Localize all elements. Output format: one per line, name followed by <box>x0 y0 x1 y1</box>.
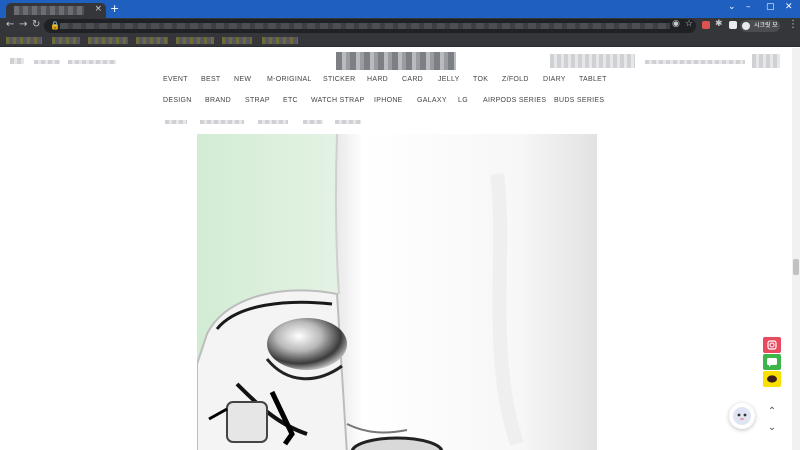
bookmark-item[interactable] <box>176 37 214 44</box>
site-logo[interactable] <box>336 52 456 70</box>
extension-icon-red[interactable] <box>702 21 710 29</box>
category-nav-row-2: DESIGN BRAND STRAP ETC WATCH STRAP IPHON… <box>0 97 800 109</box>
web-page: EVENT BEST NEW M-ORIGINAL STICKER HARD C… <box>0 48 800 450</box>
category-z-fold[interactable]: Z/FOLD <box>502 76 529 83</box>
category-design[interactable]: DESIGN <box>163 97 192 104</box>
chatbot-avatar-button[interactable] <box>729 403 755 429</box>
close-window-button[interactable]: ✕ <box>785 2 793 12</box>
category-buds-series[interactable]: BUDS SERIES <box>554 97 604 104</box>
ghost-mascot-icon <box>733 407 751 425</box>
header-icon-redacted[interactable] <box>752 54 780 68</box>
category-strap[interactable]: STRAP <box>245 97 270 104</box>
bookmark-item[interactable] <box>262 37 298 44</box>
tab-title-redacted <box>14 6 84 15</box>
url-redacted <box>60 23 670 29</box>
category-lg[interactable]: LG <box>458 97 468 104</box>
category-watch-strap[interactable]: WATCH STRAP <box>311 97 364 104</box>
incognito-profile-button[interactable]: 시크릿 모드 <box>740 20 780 41</box>
category-redacted[interactable] <box>303 120 323 124</box>
address-bar[interactable]: 🔒 <box>44 19 696 33</box>
category-iphone[interactable]: IPHONE <box>374 97 403 104</box>
category-m-original[interactable]: M-ORIGINAL <box>267 76 312 83</box>
category-hard[interactable]: HARD <box>367 76 388 83</box>
bookmark-item[interactable] <box>88 37 128 44</box>
instagram-icon[interactable] <box>763 337 781 353</box>
minimize-button[interactable]: – <box>746 2 751 12</box>
scrollbar-thumb[interactable] <box>793 259 799 275</box>
forward-button[interactable]: → <box>19 19 27 30</box>
kakao-talk-icon[interactable] <box>763 371 781 387</box>
puzzle-icon[interactable]: ✱ <box>715 19 723 29</box>
category-tok[interactable]: TOK <box>473 76 488 83</box>
category-airpods-series[interactable]: AIRPODS SERIES <box>483 97 546 104</box>
star-icon[interactable]: ☆ <box>685 19 693 29</box>
product-hero-image <box>197 134 597 450</box>
tab-close-button[interactable]: × <box>94 4 102 14</box>
bookmark-item[interactable] <box>136 37 168 44</box>
category-redacted[interactable] <box>335 120 361 124</box>
maximize-button[interactable]: ▢ <box>766 2 775 12</box>
reload-button[interactable]: ↻ <box>32 19 40 30</box>
category-jelly[interactable]: JELLY <box>438 76 460 83</box>
header-search-redacted[interactable] <box>550 54 635 68</box>
bookmarks-bar <box>0 34 800 47</box>
scroll-to-top-button[interactable]: ⌃ <box>763 404 781 420</box>
category-best[interactable]: BEST <box>201 76 220 83</box>
title-bar: × + ⌄ – ▢ ✕ <box>0 0 800 18</box>
category-etc[interactable]: ETC <box>283 97 298 104</box>
header-links-redacted[interactable] <box>645 60 745 64</box>
category-card[interactable]: CARD <box>402 76 423 83</box>
browser-menu-button[interactable]: ⋮ <box>788 19 798 30</box>
bookmark-item[interactable] <box>6 37 42 44</box>
category-redacted[interactable] <box>165 120 187 124</box>
incognito-icon <box>742 22 750 30</box>
browser-window: × + ⌄ – ▢ ✕ ← → ↻ 🔒 ◉ ☆ ✱ 시크릿 모드 ⋮ <box>0 0 800 450</box>
browser-toolbar: ← → ↻ 🔒 ◉ ☆ ✱ 시크릿 모드 ⋮ <box>0 18 800 41</box>
airpods-case-illustration <box>197 134 597 450</box>
category-redacted[interactable] <box>258 120 288 124</box>
bookmark-item[interactable] <box>222 37 252 44</box>
lock-icon: 🔒 <box>50 21 60 30</box>
category-diary[interactable]: DIARY <box>543 76 566 83</box>
category-nav-row-1: EVENT BEST NEW M-ORIGINAL STICKER HARD C… <box>0 76 800 88</box>
category-sticker[interactable]: STICKER <box>323 76 355 83</box>
category-tablet[interactable]: TABLET <box>579 76 607 83</box>
chat-icon[interactable] <box>763 354 781 370</box>
bookmark-item[interactable] <box>52 37 80 44</box>
eye-off-icon[interactable]: ◉ <box>672 19 680 29</box>
category-redacted[interactable] <box>200 120 244 124</box>
header-link-redacted[interactable] <box>68 60 116 64</box>
header-link-redacted[interactable] <box>34 60 60 64</box>
category-new[interactable]: NEW <box>234 76 251 83</box>
header-link-redacted[interactable] <box>10 58 24 64</box>
scroll-to-bottom-button[interactable]: ⌄ <box>763 420 781 436</box>
page-scrollbar[interactable] <box>792 48 800 450</box>
new-tab-button[interactable]: + <box>110 2 119 15</box>
back-button[interactable]: ← <box>6 19 14 30</box>
tab-search-button[interactable]: ⌄ <box>728 2 736 12</box>
browser-tab[interactable]: × <box>6 3 106 18</box>
sidebar-icon[interactable] <box>729 21 737 29</box>
category-brand[interactable]: BRAND <box>205 97 231 104</box>
category-galaxy[interactable]: GALAXY <box>417 97 447 104</box>
category-event[interactable]: EVENT <box>163 76 188 83</box>
